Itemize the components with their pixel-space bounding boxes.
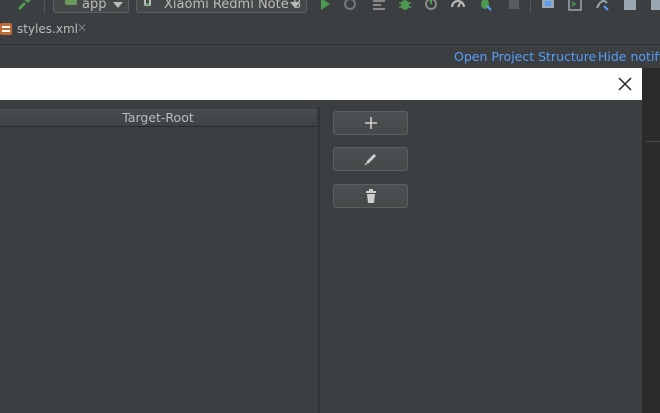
xml-file-icon [0, 23, 12, 35]
sdk-manager-icon[interactable] [623, 0, 637, 11]
dialog-title-bar [0, 68, 642, 100]
debug-attach-icon[interactable] [478, 0, 492, 11]
add-button[interactable] [333, 111, 408, 135]
chevron-down-icon [113, 2, 123, 8]
close-icon[interactable]: ✕ [77, 21, 87, 35]
plugin-icon[interactable] [650, 0, 660, 11]
run-config-select[interactable]: app [53, 0, 129, 13]
dialog-body: Target-Root [0, 100, 642, 413]
panel-divider[interactable] [318, 107, 320, 413]
editor-background [642, 68, 660, 413]
apply-changes-icon[interactable] [343, 0, 357, 11]
tab-label: styles.xml [17, 22, 78, 36]
apply-code-changes-icon[interactable] [372, 0, 386, 11]
chevron-down-icon [290, 2, 300, 8]
pencil-icon [364, 154, 376, 166]
stop-icon[interactable] [507, 0, 521, 11]
hide-notification-link[interactable]: Hide notific [598, 49, 660, 64]
close-icon[interactable] [616, 75, 634, 93]
run-icon[interactable] [318, 0, 332, 11]
editor-tabs: styles.xml ✕ [0, 14, 660, 45]
profile-icon[interactable] [424, 0, 438, 11]
device-select[interactable]: Xiaomi Redmi Note 8 [136, 0, 307, 13]
remove-button[interactable] [333, 184, 408, 208]
device-label: Xiaomi Redmi Note 8 [164, 0, 302, 12]
toolbar-separator [530, 0, 531, 13]
build-hammer-icon[interactable] [16, 0, 32, 12]
main-toolbar: app Xiaomi Redmi Note 8 [0, 0, 660, 14]
notification-bar: Open Project Structure Hide notific [0, 45, 660, 68]
attach-debugger-icon[interactable] [451, 0, 465, 11]
tab-styles-xml[interactable]: styles.xml ✕ [0, 14, 92, 44]
sync-gradle-icon[interactable] [595, 0, 609, 11]
open-project-structure-link[interactable]: Open Project Structure [454, 49, 596, 64]
toolbar-separator [44, 0, 45, 13]
edit-button[interactable] [333, 147, 408, 171]
debug-icon[interactable] [398, 0, 412, 11]
avd-manager-icon[interactable] [541, 0, 555, 11]
phone-icon [144, 0, 151, 6]
terminal-icon[interactable] [568, 0, 582, 11]
target-root-table[interactable]: Target-Root [0, 107, 319, 413]
editor-line [646, 141, 660, 142]
add-icon [365, 117, 377, 129]
run-config-label: app [82, 0, 107, 12]
android-icon [65, 0, 77, 5]
table-header-target-root[interactable]: Target-Root [0, 109, 316, 127]
trash-icon [366, 189, 376, 203]
